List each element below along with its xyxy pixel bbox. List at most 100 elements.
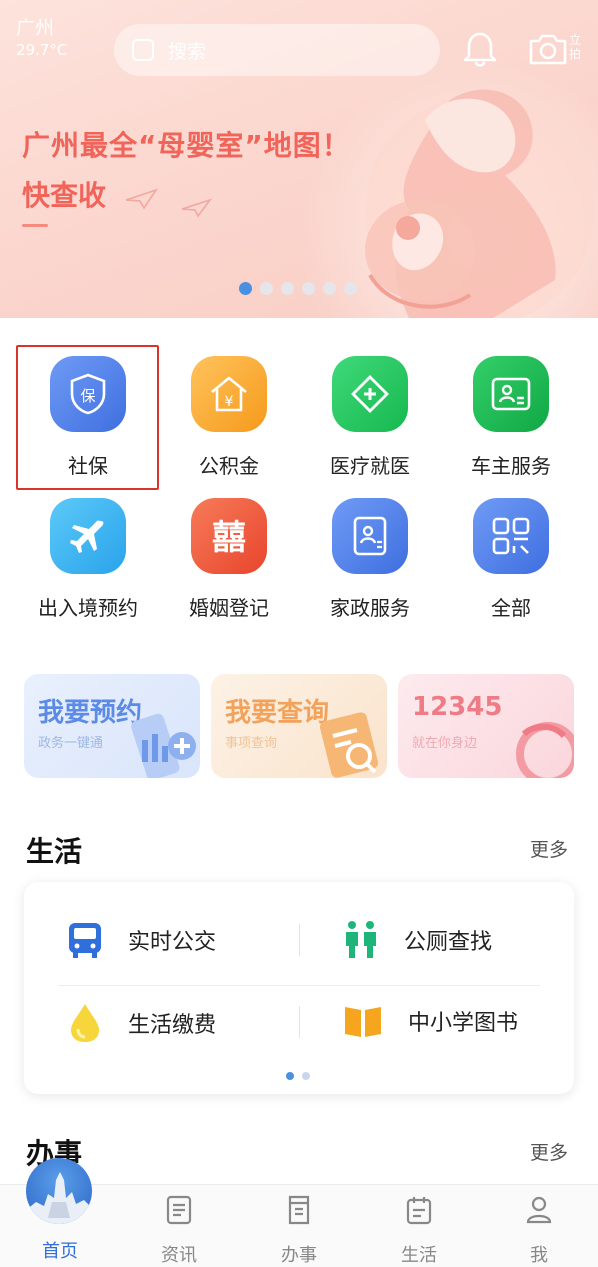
life-item-label: 实时公交 [128,930,217,955]
nav-label: 首页 [42,1241,78,1262]
nav-label: 办事 [281,1245,317,1266]
card-subtitle: 政务一键通 [38,736,104,751]
shield-icon: 保 [50,356,126,432]
weather-widget[interactable]: 广州 29.7°C [16,18,67,58]
life-item-books[interactable]: 中小学图书 [342,1002,518,1040]
search-icon [132,39,154,61]
news-icon [166,1195,192,1225]
hotline-logo-icon [516,722,574,778]
banshi-section: 办事 更多 [0,1108,598,1184]
search-bar[interactable]: 搜索 [114,24,440,76]
service-label: 社保 [68,454,108,478]
service-label: 公积金 [199,454,259,478]
more-link[interactable]: 更多 [530,1138,568,1165]
airplane-icon [50,498,126,574]
service-label: 车主服务 [471,454,551,478]
bell-icon[interactable] [462,30,498,68]
life-section: 生活 更多 实时公交 公厕查找 生活缴费 中小学图书 [0,808,598,1108]
calendar-icon [406,1197,432,1225]
life-item-restroom[interactable]: 公厕查找 [342,920,492,960]
service-label: 家政服务 [330,596,410,620]
nav-tasks[interactable]: 办事 [259,1195,339,1267]
service-entry-exit[interactable]: 出入境预约 [18,498,158,621]
life-item-label: 中小学图书 [408,1011,519,1036]
service-housekeeping[interactable]: 家政服务 [300,498,440,621]
card-subtitle: 事项查询 [225,736,278,751]
carousel-indicator [239,282,357,295]
appointment-card[interactable]: 我要预约 政务一键通 [24,674,200,778]
nav-label: 生活 [401,1245,437,1266]
svg-text:¥: ¥ [225,394,234,410]
book-icon [345,1007,381,1037]
nav-me[interactable]: 我 [499,1195,579,1267]
house-yen-icon: ¥ [191,356,267,432]
user-icon [526,1196,552,1224]
service-label: 婚姻登记 [189,596,269,620]
carousel-dot[interactable] [323,282,336,295]
service-label: 出入境预约 [38,596,138,620]
mother-baby-illustration [365,89,595,318]
service-label: 医疗就医 [330,454,410,478]
section-title: 生活 [26,835,83,868]
divider [58,985,540,986]
life-item-label: 公厕查找 [404,930,493,955]
temperature: 29.7°C [16,40,68,59]
svg-text:囍: 囍 [212,518,246,558]
divider [299,924,300,956]
camera-icon[interactable] [528,32,568,66]
hotline-12345-card[interactable]: 12345 就在你身边 [398,674,574,778]
home-icon[interactable] [26,1158,92,1224]
carousel-dot[interactable] [344,282,357,295]
card-subtitle: 就在你身边 [412,736,478,751]
document-search-icon [319,712,379,778]
shortcut-cards: 我要预约 政务一键通 我要查询 事项查询 12345 就在你身边 [0,648,598,808]
nav-label: 资讯 [161,1245,197,1266]
nav-label: 我 [530,1245,548,1266]
svg-text:保: 保 [80,387,95,405]
grid-icon [473,498,549,574]
id-card-icon [473,356,549,432]
query-card[interactable]: 我要查询 事项查询 [211,674,387,778]
card-title: 12345 [412,692,503,722]
bus-icon [69,923,101,958]
service-marriage[interactable]: 囍 婚姻登记 [159,498,299,621]
service-grid: 保 社保 ¥ 公积金 医疗就医 车主服务 出入境预约 囍 婚姻登记 家政服务 全… [0,318,598,648]
city-name: 广州 [16,17,55,39]
life-item-label: 生活缴费 [128,1013,217,1038]
restroom-icon [346,921,376,958]
service-all[interactable]: 全部 [441,498,581,621]
service-social-security[interactable]: 保 社保 [18,356,158,479]
banner-headline-line2: 快查收 [22,179,107,212]
double-happiness-icon: 囍 [191,498,267,574]
paper-plane-icon [125,188,158,210]
carousel-dot[interactable] [281,282,294,295]
search-placeholder: 搜索 [168,40,207,63]
nav-news[interactable]: 资讯 [139,1195,219,1267]
service-medical[interactable]: 医疗就医 [300,356,440,479]
life-item-bus[interactable]: 实时公交 [66,920,216,960]
pager-dot[interactable] [302,1072,310,1080]
service-label: 全部 [491,596,531,620]
phone-chart-icon [131,713,196,778]
carousel-dot[interactable] [239,282,252,295]
nav-life[interactable]: 生活 [379,1195,459,1267]
tasks-icon [288,1195,310,1225]
more-link[interactable]: 更多 [530,835,568,862]
carousel-dot[interactable] [260,282,273,295]
life-pager [286,1072,310,1080]
banner-dash [22,224,48,227]
service-housing-fund[interactable]: ¥ 公积金 [159,356,299,479]
carousel-dot[interactable] [302,282,315,295]
divider [299,1006,300,1038]
instant-shot-label[interactable]: 立拍 [569,33,583,61]
banner-headline: 广州最全“母婴室”地图！ [22,129,351,162]
id-card-icon [332,498,408,574]
life-services-card: 实时公交 公厕查找 生活缴费 中小学图书 [24,882,574,1094]
water-drop-icon [71,1004,99,1042]
pager-dot[interactable] [286,1072,294,1080]
medical-diamond-icon [332,356,408,432]
life-item-utilities[interactable]: 生活缴费 [66,1002,216,1044]
paper-plane-icon [181,198,212,218]
top-banner[interactable]: 广州 29.7°C 搜索 立拍 广州最全“母婴室”地图！ 快查收 [0,0,598,318]
service-vehicle-owner[interactable]: 车主服务 [441,356,581,479]
